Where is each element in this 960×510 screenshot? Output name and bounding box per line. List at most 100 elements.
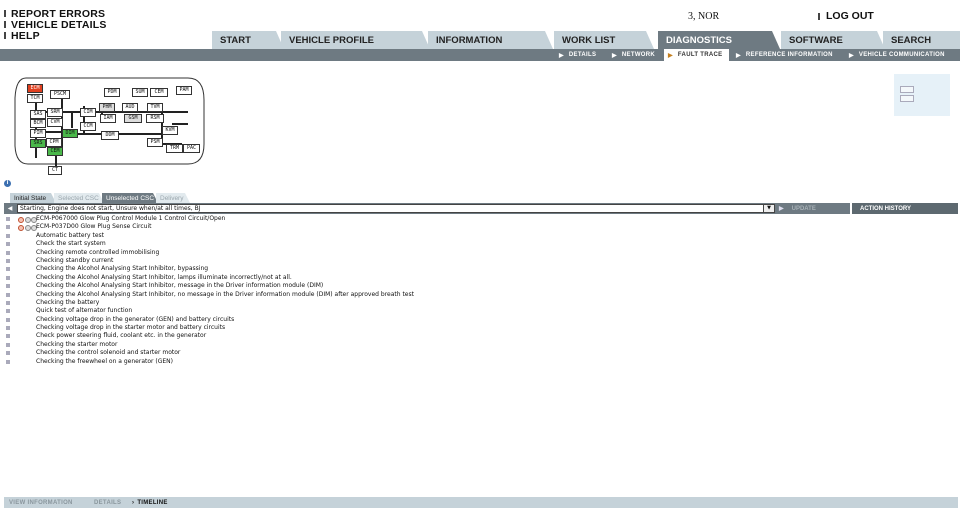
node-cem-top[interactable]: CEM <box>150 88 168 97</box>
list-item[interactable]: ECM-P037D00 Glow Plug Sense Circuit <box>4 223 904 231</box>
tab-unselected-csc[interactable]: Unselected CSC <box>102 193 158 203</box>
tab-initial-state[interactable]: Initial State <box>10 193 56 203</box>
expand-icon[interactable] <box>6 267 10 272</box>
list-item[interactable]: Checking the battery <box>4 299 904 307</box>
node-rsm[interactable]: RSM <box>146 114 164 123</box>
expand-icon[interactable] <box>6 309 10 314</box>
expand-icon[interactable] <box>6 326 10 331</box>
node-ddm[interactable]: DDM <box>101 131 119 140</box>
action-history-button[interactable]: ACTION HISTORY <box>850 203 958 214</box>
expand-icon[interactable] <box>6 225 10 230</box>
node-tcm[interactable]: TCM <box>27 94 43 103</box>
expand-icon[interactable] <box>6 359 10 364</box>
view-information-link[interactable]: VIEW INFORMATION <box>9 497 73 508</box>
list-item[interactable]: Checking the control solenoid and starte… <box>4 349 904 357</box>
node-dim[interactable]: DIM <box>62 129 78 138</box>
logout-button[interactable]: LOG OUT <box>818 10 874 22</box>
node-pim[interactable]: PIM <box>30 129 46 138</box>
list-item[interactable]: Checking the freewheel on a generator (G… <box>4 358 904 366</box>
tab-work-list[interactable]: WORK LIST <box>554 31 654 49</box>
node-tvm[interactable]: TVM <box>147 103 163 112</box>
expand-icon[interactable] <box>6 284 10 289</box>
tab-delivery[interactable]: Delivery <box>156 193 190 203</box>
expand-icon[interactable] <box>6 242 10 247</box>
tab-diagnostics[interactable]: DIAGNOSTICS <box>658 31 780 49</box>
chevron-down-icon[interactable]: ▼ <box>763 205 774 212</box>
node-ct[interactable]: CT <box>48 166 62 175</box>
list-item[interactable]: Checking the starter motor <box>4 341 904 349</box>
node-pscm[interactable]: PSCM <box>50 90 70 99</box>
tab-software[interactable]: SOFTWARE <box>781 31 885 49</box>
expand-icon[interactable] <box>6 334 10 339</box>
node-cem-bottom[interactable]: CEM <box>47 147 63 156</box>
vehicle-details-link[interactable]: VEHICLE DETAILS <box>4 19 107 31</box>
subtab-fault-trace[interactable]: ▶ FAULT TRACE <box>664 49 729 61</box>
node-ccm[interactable]: CCM <box>80 122 96 131</box>
expand-icon[interactable] <box>6 250 10 255</box>
node-phm[interactable]: PHM <box>99 103 115 112</box>
arrow-right-icon: ▶ <box>849 52 854 59</box>
expand-icon[interactable] <box>6 351 10 356</box>
report-errors-link[interactable]: REPORT ERRORS <box>4 8 107 20</box>
tab-start[interactable]: START <box>212 31 284 49</box>
tab-vehicle-profile[interactable]: VEHICLE PROFILE <box>281 31 430 49</box>
list-item[interactable]: Checking the Alcohol Analysing Start Inh… <box>4 282 904 290</box>
subtab-vehicle-communication[interactable]: ▶ VEHICLE COMMUNICATION <box>849 49 945 61</box>
expand-icon[interactable] <box>6 292 10 297</box>
expand-icon[interactable] <box>6 300 10 305</box>
node-iam[interactable]: IAM <box>100 114 116 123</box>
list-item[interactable]: Checking voltage drop in the generator (… <box>4 316 904 324</box>
bottom-navigation: VIEW INFORMATION DETAILS › TIMELINE <box>4 497 958 508</box>
tab-search[interactable]: SEARCH <box>883 31 960 49</box>
list-item[interactable]: Automatic battery test <box>4 232 904 240</box>
expand-icon[interactable] <box>6 275 10 280</box>
node-aud[interactable]: AUD <box>122 103 138 112</box>
node-srs[interactable]: SRS <box>30 139 46 148</box>
node-pac[interactable]: PAC <box>183 144 200 153</box>
details-link[interactable]: DETAILS <box>94 497 121 508</box>
timeline-link[interactable]: › TIMELINE <box>132 497 168 508</box>
node-cvm[interactable]: CVM <box>47 118 63 127</box>
list-item[interactable]: Checking voltage drop in the starter mot… <box>4 324 904 332</box>
help-link[interactable]: HELP <box>4 30 107 42</box>
node-sum[interactable]: SUM <box>132 88 148 97</box>
node-srm[interactable]: SRM <box>47 108 63 117</box>
expand-icon[interactable] <box>6 258 10 263</box>
info-icon[interactable]: i <box>4 180 11 187</box>
list-item[interactable]: Checking the Alcohol Analysing Start Inh… <box>4 274 904 282</box>
node-cpm[interactable]: CPM <box>46 138 62 147</box>
node-pdm[interactable]: PDM <box>104 88 120 97</box>
symptom-select[interactable]: Starting, Engine does not start, Unsure … <box>17 204 775 213</box>
node-sas[interactable]: SAS <box>30 110 46 119</box>
list-item[interactable]: Checking the Alcohol Analysing Start Inh… <box>4 265 904 273</box>
update-button[interactable]: ▶ UPDATE <box>779 203 849 214</box>
subtab-reference-information[interactable]: ▶ REFERENCE INFORMATION <box>736 49 833 61</box>
subtab-details[interactable]: ▶ DETAILS <box>559 49 596 61</box>
list-item[interactable]: Checking remote controlled immobilising <box>4 249 904 257</box>
node-ecm[interactable]: ECM <box>27 84 43 93</box>
expand-icon[interactable] <box>6 342 10 347</box>
node-pam[interactable]: PAM <box>176 86 192 95</box>
node-gsm[interactable]: GSM <box>124 114 142 123</box>
node-kvm[interactable]: KVM <box>162 126 178 135</box>
node-trm[interactable]: TRM <box>166 144 183 153</box>
symptom-bar: ◀ Starting, Engine does not start, Unsur… <box>4 203 958 214</box>
expand-icon[interactable] <box>6 317 10 322</box>
subtab-network[interactable]: ▶ NETWORK <box>612 49 655 61</box>
expand-icon[interactable] <box>6 233 10 238</box>
node-bcm[interactable]: BCM <box>30 119 46 128</box>
node-cim[interactable]: CIM <box>80 108 96 117</box>
list-item[interactable]: ECM-P067000 Glow Plug Control Module 1 C… <box>4 215 904 223</box>
list-item[interactable]: Checking the Alcohol Analysing Start Inh… <box>4 291 904 299</box>
expand-icon[interactable] <box>6 217 10 221</box>
arrow-left-icon[interactable]: ◀ <box>4 203 16 214</box>
list-item[interactable]: Check the start system <box>4 240 904 248</box>
tab-information[interactable]: INFORMATION <box>428 31 553 49</box>
tab-selected-csc[interactable]: Selected CSC <box>54 193 104 203</box>
legend-icon[interactable] <box>900 95 914 102</box>
list-item[interactable]: Checking standby current <box>4 257 904 265</box>
node-psm[interactable]: PSM <box>147 138 163 147</box>
list-item[interactable]: Check power steering fluid, coolant etc.… <box>4 332 904 340</box>
list-item[interactable]: Quick test of alternator function <box>4 307 904 315</box>
legend-icon[interactable] <box>900 86 914 93</box>
